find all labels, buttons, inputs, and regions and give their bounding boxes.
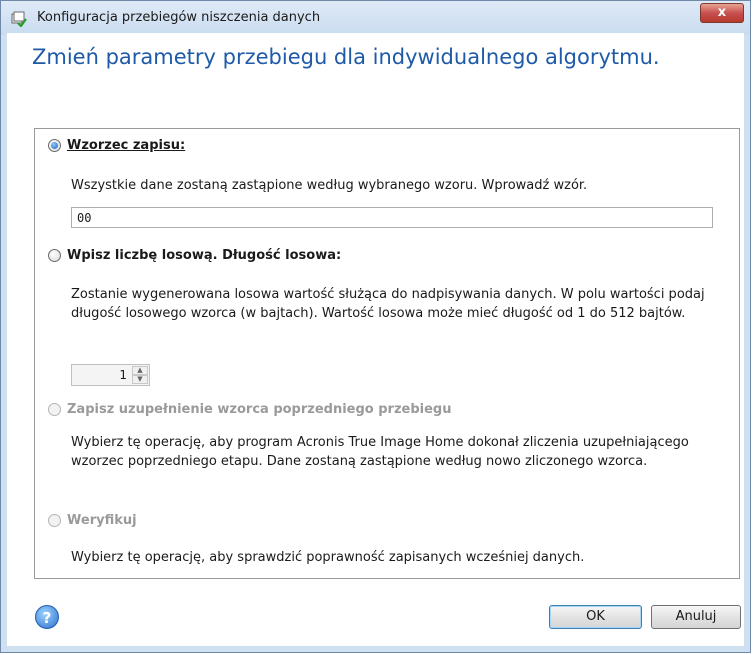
radio-label-complement: Zapisz uzupełnienie wzorca poprzedniego … (67, 402, 452, 417)
page-title: Zmień parametry przebiegu dla indywidual… (32, 45, 660, 69)
help-icon[interactable]: ? (35, 605, 59, 629)
pattern-label-text: Wzorzec zapisu: (67, 138, 186, 153)
pattern-input[interactable] (71, 207, 713, 228)
random-length-value: 1 (119, 368, 127, 382)
radio-label-random: Wpisz liczbę losową. Długość losowa: (67, 248, 342, 263)
complement-description: Wybierz tę operację, aby program Acronis… (71, 435, 689, 469)
radio-label-pattern: Wzorzec zapisu: (67, 138, 185, 153)
options-panel: Wzorzec zapisu: Wszystkie dane zostaną z… (34, 128, 740, 579)
radio-button-random[interactable] (48, 249, 61, 262)
app-icon (11, 11, 27, 27)
title-bar: Konfiguracja przebiegów niszczenia danyc… (1, 1, 750, 35)
radio-option-pattern[interactable]: Wzorzec zapisu: (48, 138, 185, 153)
radio-button-verify (48, 514, 61, 527)
verify-description: Wybierz tę operację, aby sprawdzić popra… (71, 550, 585, 565)
spin-down-icon[interactable]: ▼ (132, 375, 148, 384)
radio-button-complement (48, 403, 61, 416)
radio-label-verify: Weryfikuj (67, 513, 137, 528)
window-title: Konfiguracja przebiegów niszczenia danyc… (37, 10, 321, 25)
dialog-window: Konfiguracja przebiegów niszczenia danyc… (0, 0, 751, 653)
radio-option-complement: Zapisz uzupełnienie wzorca poprzedniego … (48, 402, 452, 417)
ok-button[interactable]: OK (549, 605, 642, 629)
close-button[interactable]: x (700, 3, 744, 23)
radio-option-verify: Weryfikuj (48, 513, 137, 528)
random-description: Zostanie wygenerowana losowa wartość słu… (71, 287, 705, 321)
cancel-button[interactable]: Anuluj (651, 605, 741, 629)
pattern-description: Wszystkie dane zostaną zastąpione według… (71, 178, 588, 193)
spin-up-icon[interactable]: ▲ (132, 366, 148, 375)
radio-option-random[interactable]: Wpisz liczbę losową. Długość losowa: (48, 248, 341, 263)
random-length-spinner[interactable]: 1 ▲ ▼ (71, 364, 150, 386)
radio-button-pattern[interactable] (48, 139, 61, 152)
